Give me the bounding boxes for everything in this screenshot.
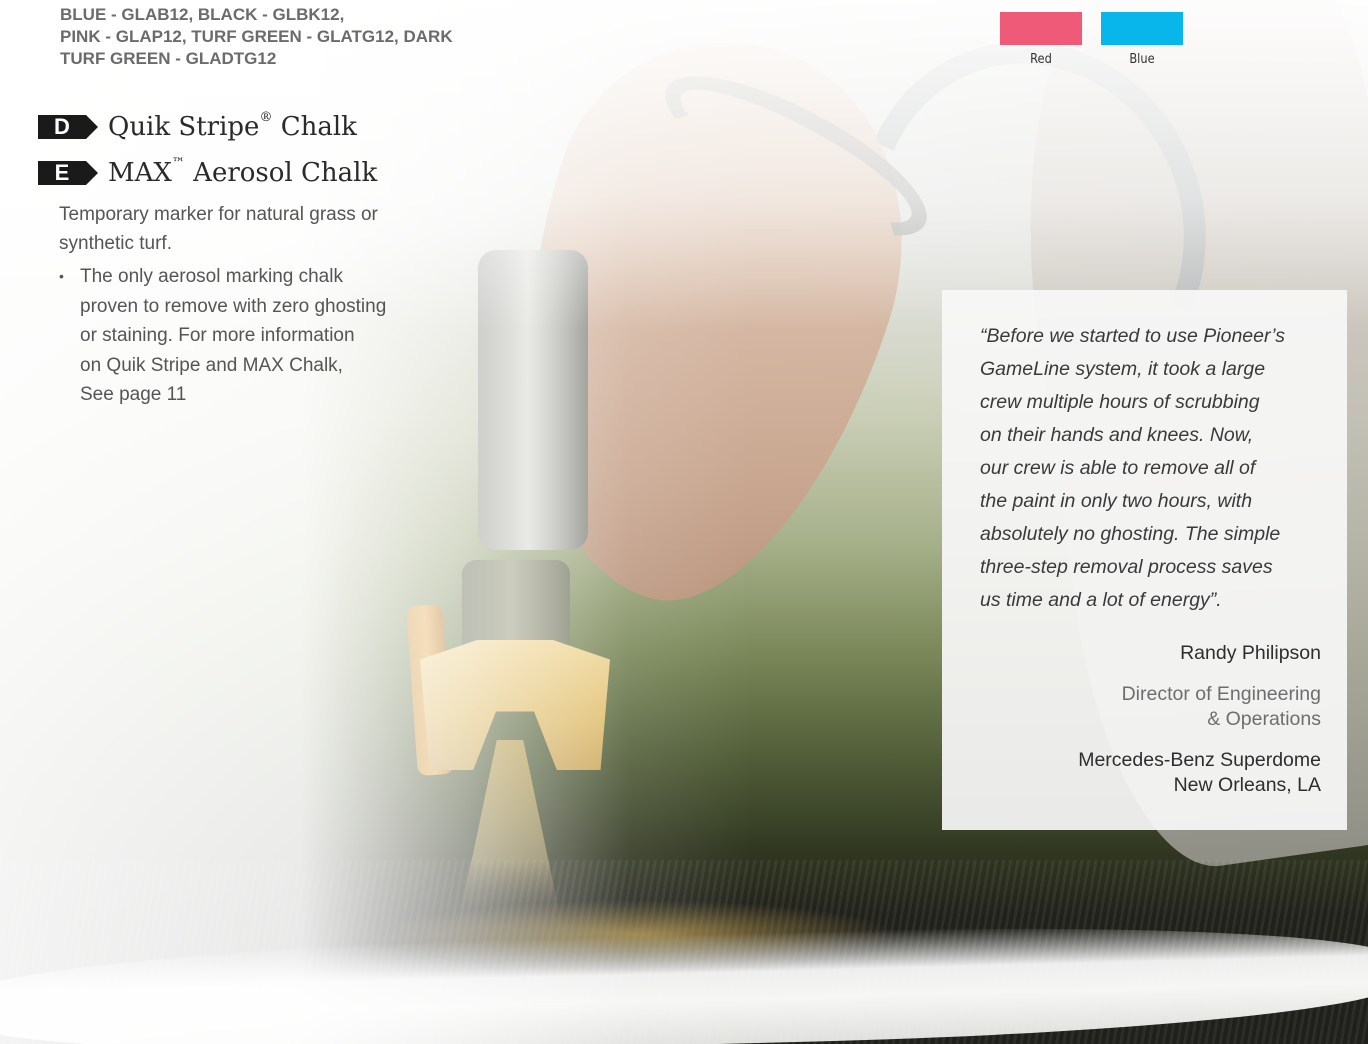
- quote-line: our crew is able to remove all of: [980, 457, 1256, 479]
- quote-line: GameLine system, it took a large: [980, 358, 1266, 380]
- swatch-label: Blue: [1129, 52, 1155, 67]
- quote-line: crew multiple hours of scrubbing: [980, 391, 1260, 413]
- color-swatch-red: [1000, 12, 1082, 45]
- section-title-text: Quik Stripe: [108, 112, 260, 142]
- section-title-suffix: Chalk: [272, 112, 357, 142]
- testimonial-author: Randy Philipson: [1180, 641, 1321, 666]
- section-heading-d: D Quik Stripe® Chalk: [38, 110, 357, 144]
- product-codes-line: BLUE - GLAB12, BLACK - GLBK12,: [60, 5, 345, 24]
- product-description: Temporary marker for natural grass or sy…: [59, 204, 378, 254]
- product-codes: BLUE - GLAB12, BLACK - GLBK12, PINK - GL…: [60, 4, 520, 70]
- organization-line: New Orleans, LA: [1173, 774, 1321, 796]
- quote-line: absolutely no ghosting. The simple: [980, 523, 1281, 545]
- author-title-line: Director of Engineering: [1121, 683, 1321, 705]
- quote-line: the paint in only two hours, with: [980, 490, 1253, 512]
- list-item-line: or staining. For more information: [80, 325, 355, 346]
- trademark-mark: ™: [171, 156, 185, 171]
- arrow-icon: [86, 161, 98, 185]
- letter-badge-label: E: [38, 161, 86, 185]
- section-heading-e: E MAX™ Aerosol Chalk: [38, 156, 377, 190]
- section-title: MAX™ Aerosol Chalk: [108, 156, 378, 188]
- author-name: Randy Philipson: [1180, 642, 1321, 664]
- testimonial-quote: “Before we started to use Pioneer’s Game…: [980, 320, 1325, 617]
- product-codes-line: PINK - GLAP12, TURF GREEN - GLATG12, DAR…: [60, 27, 453, 46]
- organization-line: Mercedes-Benz Superdome: [1078, 749, 1321, 771]
- letter-badge: D: [38, 115, 98, 139]
- list-item-line: proven to remove with zero ghosting: [80, 295, 387, 317]
- bullet-icon: •: [59, 268, 64, 284]
- quote-line: “Before we started to use Pioneer’s: [980, 325, 1285, 347]
- quote-line: on their hands and knees. Now,: [980, 424, 1254, 446]
- author-title-line: & Operations: [1207, 708, 1321, 730]
- quote-line: us time and a lot of energy”.: [980, 589, 1222, 611]
- section-title-text: MAX: [108, 158, 172, 188]
- feature-list: • The only aerosol marking chalk proven …: [59, 262, 439, 410]
- letter-badge: E: [38, 161, 98, 185]
- list-item: • The only aerosol marking chalk proven …: [59, 262, 439, 410]
- quote-line: three-step removal process saves: [980, 556, 1273, 578]
- testimonial-box: “Before we started to use Pioneer’s Game…: [942, 290, 1347, 830]
- list-item-line: on Quik Stripe and MAX Chalk,: [80, 354, 343, 376]
- testimonial-organization: Mercedes-Benz Superdome New Orleans, LA: [1078, 748, 1321, 798]
- testimonial-author-title: Director of Engineering & Operations: [1122, 682, 1321, 732]
- registered-mark: ®: [259, 110, 273, 125]
- product-codes-line: TURF GREEN - GLADTG12: [60, 49, 277, 68]
- list-item-line: The only aerosol marking chalk: [80, 266, 343, 287]
- letter-badge-label: D: [38, 115, 86, 139]
- swatch-label: Red: [1030, 52, 1052, 67]
- section-title: Quik Stripe® Chalk: [108, 110, 357, 142]
- section-title-suffix: Aerosol Chalk: [184, 158, 378, 188]
- list-item-line: See page 11: [80, 384, 187, 405]
- color-swatch-blue: [1101, 12, 1183, 45]
- arrow-icon: [86, 115, 98, 139]
